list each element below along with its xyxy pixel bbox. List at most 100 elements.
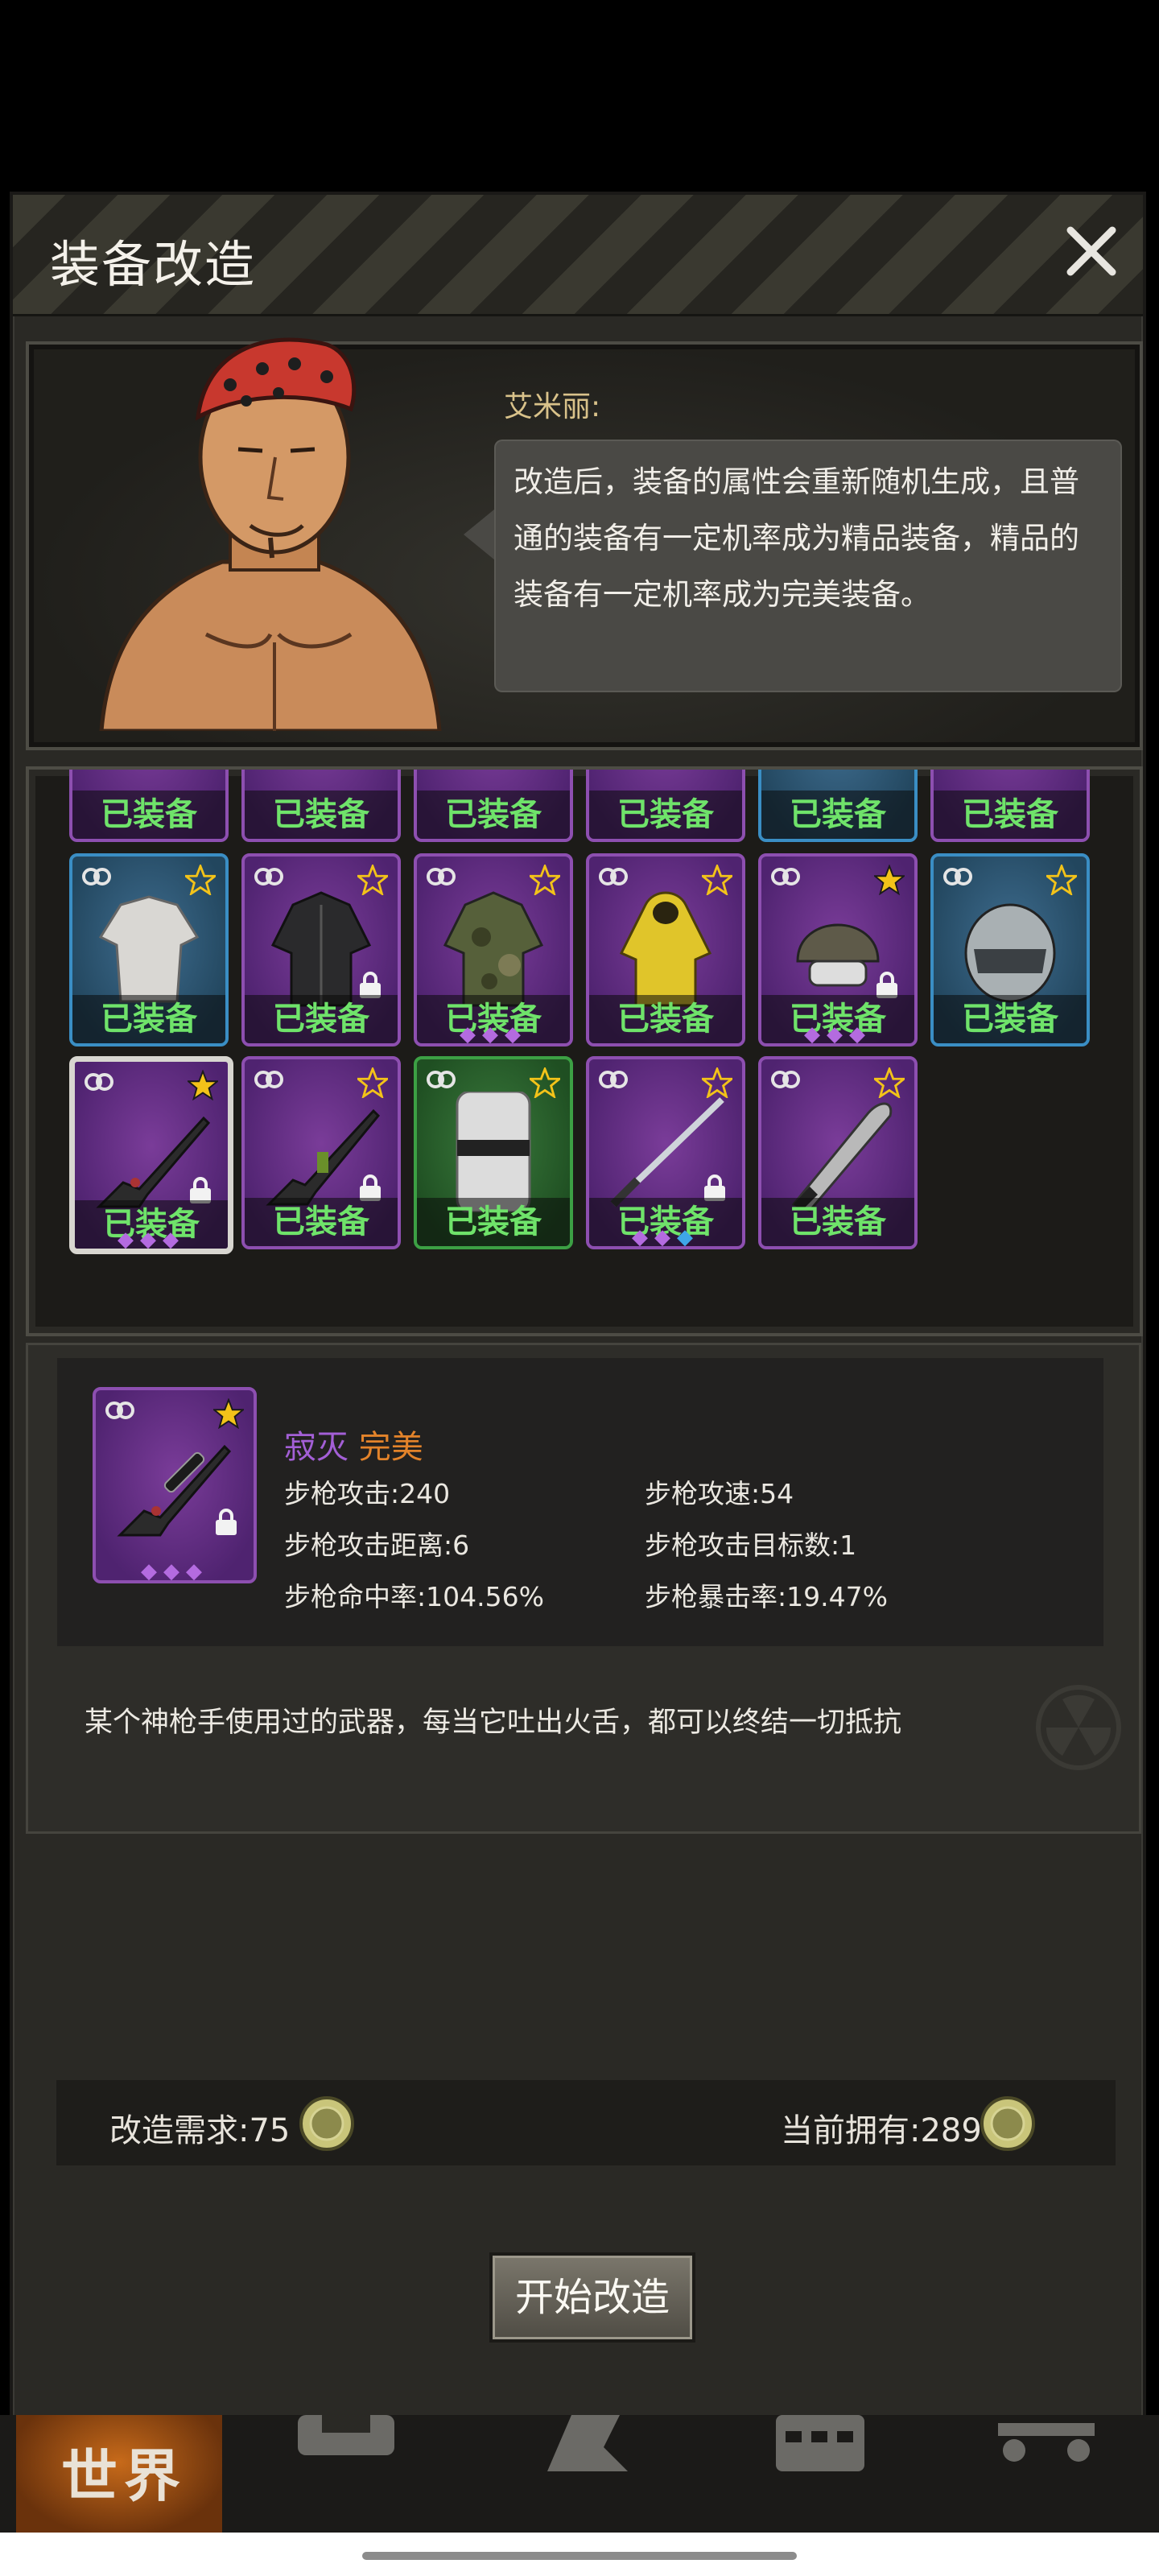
equipped-label: 已装备 (761, 791, 914, 839)
item-detail-header: ◆◆◆ 寂灭 完美 步枪攻击:240 步枪攻速:54 步枪攻击距离:6 步枪攻击目标数… (57, 1358, 1103, 1646)
inventory-slot[interactable]: 已装备 (758, 770, 918, 842)
link-icon (599, 868, 628, 886)
equipment-modify-dialog: 装备改造 艾米丽: 改造后，装备的属性会重新随机生成，且普通的装备有一定机率成为… (10, 192, 1146, 2420)
cost-owned-label: 当前拥有 (781, 2112, 909, 2149)
selected-item-icon: ◆◆◆ (93, 1387, 257, 1583)
item-stat: 步枪暴击率:19.47% (645, 1581, 888, 1612)
cost-bar: 改造需求:75 当前拥有:289 (56, 2080, 1116, 2165)
inventory-slot[interactable]: 已装备 ◆◆◆ (414, 853, 573, 1046)
speech-bubble-tail (464, 506, 499, 564)
inventory-slot[interactable]: 已装备 (586, 770, 745, 842)
close-icon (1066, 226, 1116, 276)
equipped-label: 已装备 (934, 995, 1087, 1043)
inventory-slot[interactable]: 已装备 (241, 1056, 401, 1249)
radiation-icon (1036, 1685, 1121, 1770)
equipped-label: 已装备 (245, 995, 398, 1043)
riot-shield-icon (456, 1092, 531, 1212)
item-stat: 步枪命中率:104.56% (284, 1581, 544, 1612)
inventory-slot[interactable]: 已装备 (758, 1056, 918, 1249)
close-button[interactable] (1059, 219, 1124, 283)
home-indicator[interactable] (362, 2552, 797, 2560)
link-icon (254, 1071, 283, 1088)
inventory-slot[interactable]: 已装备 (241, 770, 401, 842)
bottle-cap-icon (980, 2096, 1035, 2151)
inventory-slot[interactable]: 已装备 (241, 853, 401, 1046)
link-icon (82, 868, 111, 886)
equipped-label: 已装备 (417, 1198, 570, 1246)
gem-indicators: ◆◆◆ (460, 1022, 527, 1046)
equipped-label: 已装备 (934, 791, 1087, 839)
item-title: 寂灭 完美 (284, 1421, 423, 1468)
star-icon (702, 865, 732, 895)
inventory-slot[interactable]: 已装备 ◆◆◆ (69, 1056, 233, 1254)
shirt-icon (98, 895, 200, 1003)
camo-jacket-icon (443, 891, 544, 1007)
inventory-slot[interactable]: 已装备 (69, 853, 229, 1046)
motorcycle-helmet-icon (964, 903, 1056, 1003)
star-icon (357, 865, 388, 895)
inventory-slot[interactable]: 已装备 (930, 770, 1090, 842)
bottle-cap-icon (299, 2096, 354, 2151)
bottom-nav: 世界 (0, 2415, 1159, 2533)
lock-icon (216, 1509, 237, 1535)
link-icon (943, 868, 972, 886)
star-icon (188, 1070, 218, 1100)
machete-icon (791, 1102, 893, 1212)
link-icon (427, 868, 456, 886)
item-stat: 步枪攻击:240 (284, 1478, 451, 1509)
star-icon (185, 865, 216, 895)
star-icon (874, 1067, 905, 1098)
raincoat-icon (619, 891, 712, 1007)
character-icon[interactable] (523, 2415, 652, 2496)
inventory-slot[interactable]: 已装备 (414, 770, 573, 842)
inventory-slot[interactable]: 已装备 (586, 853, 745, 1046)
star-icon (1046, 865, 1077, 895)
npc-name: 艾米丽: (504, 390, 601, 423)
star-icon (530, 865, 560, 895)
cost-required: 改造需求:75 (109, 2104, 290, 2151)
equipped-label: 已装备 (72, 791, 225, 839)
equipped-label: 已装备 (417, 791, 570, 839)
inventory-slot[interactable]: 已装备 (69, 770, 229, 842)
item-description: 某个神枪手使用过的武器，每当它吐出火舌，都可以终结一切抵抗 (85, 1707, 902, 1739)
inventory-slot[interactable]: 已装备 (414, 1056, 573, 1249)
link-icon (254, 868, 283, 886)
link-icon (427, 1071, 456, 1088)
equipped-label: 已装备 (72, 995, 225, 1043)
equipped-label: 已装备 (761, 1198, 914, 1246)
npc-portrait (99, 337, 442, 731)
calendar-icon[interactable] (757, 2415, 885, 2496)
start-modify-button[interactable]: 开始改造 (489, 2252, 695, 2343)
item-quality: 完美 (358, 1429, 423, 1466)
nav-tab-world[interactable]: 世界 (16, 2415, 222, 2533)
workbench-icon[interactable] (982, 2415, 1111, 2496)
inventory-grid: 已装备 已装备 已装备 已装备 已装备 已装备 已装备 已装备 已装备 ◆◆◆ 已装备 已装备 ◆◆◆ 已… (26, 766, 1143, 1336)
gem-indicators: ◆◆◆ (118, 1228, 185, 1252)
cost-owned-value: :289 (909, 2112, 982, 2149)
item-detail-panel: ◆◆◆ 寂灭 完美 步枪攻击:240 步枪攻速:54 步枪攻击距离:6 步枪攻击目标数… (26, 1343, 1141, 1834)
inventory-scroll-area[interactable]: 已装备 已装备 已装备 已装备 已装备 已装备 已装备 已装备 已装备 ◆◆◆ 已装备 已装备 ◆◆◆ 已… (29, 770, 1140, 1333)
backpack-icon[interactable] (282, 2415, 410, 2496)
gem-indicators: ◆◆◆ (141, 1559, 208, 1583)
gem-indicators: ◆◆◆ (632, 1225, 699, 1249)
inventory-slot[interactable]: 已装备 (930, 853, 1090, 1046)
star-icon (874, 865, 905, 895)
link-icon (105, 1402, 134, 1419)
equipped-label: 已装备 (245, 791, 398, 839)
link-icon (771, 1071, 800, 1088)
cost-required-value: :75 (238, 2112, 291, 2149)
dialog-title: 装备改造 (50, 235, 257, 294)
equipped-label: 已装备 (245, 1198, 398, 1246)
cost-owned: 当前拥有:289 (781, 2104, 982, 2151)
inventory-slot[interactable]: 已装备 ◆◆◆ (758, 853, 918, 1046)
star-icon (702, 1067, 732, 1098)
equipped-label: 已装备 (589, 791, 742, 839)
speech-bubble: 改造后，装备的属性会重新随机生成，且普通的装备有一定机率成为精品装备，精品的装备… (496, 441, 1120, 691)
gem-indicators: ◆◆◆ (804, 1022, 872, 1046)
link-icon (599, 1071, 628, 1088)
npc-panel: 艾米丽: 改造后，装备的属性会重新随机生成，且普通的装备有一定机率成为精品装备，… (26, 337, 1143, 750)
link-icon (771, 868, 800, 886)
item-stat: 步枪攻击目标数:1 (645, 1530, 857, 1561)
item-stat: 步枪攻击距离:6 (284, 1530, 470, 1561)
inventory-slot[interactable]: 已装备 ◆◆◆ (586, 1056, 745, 1249)
